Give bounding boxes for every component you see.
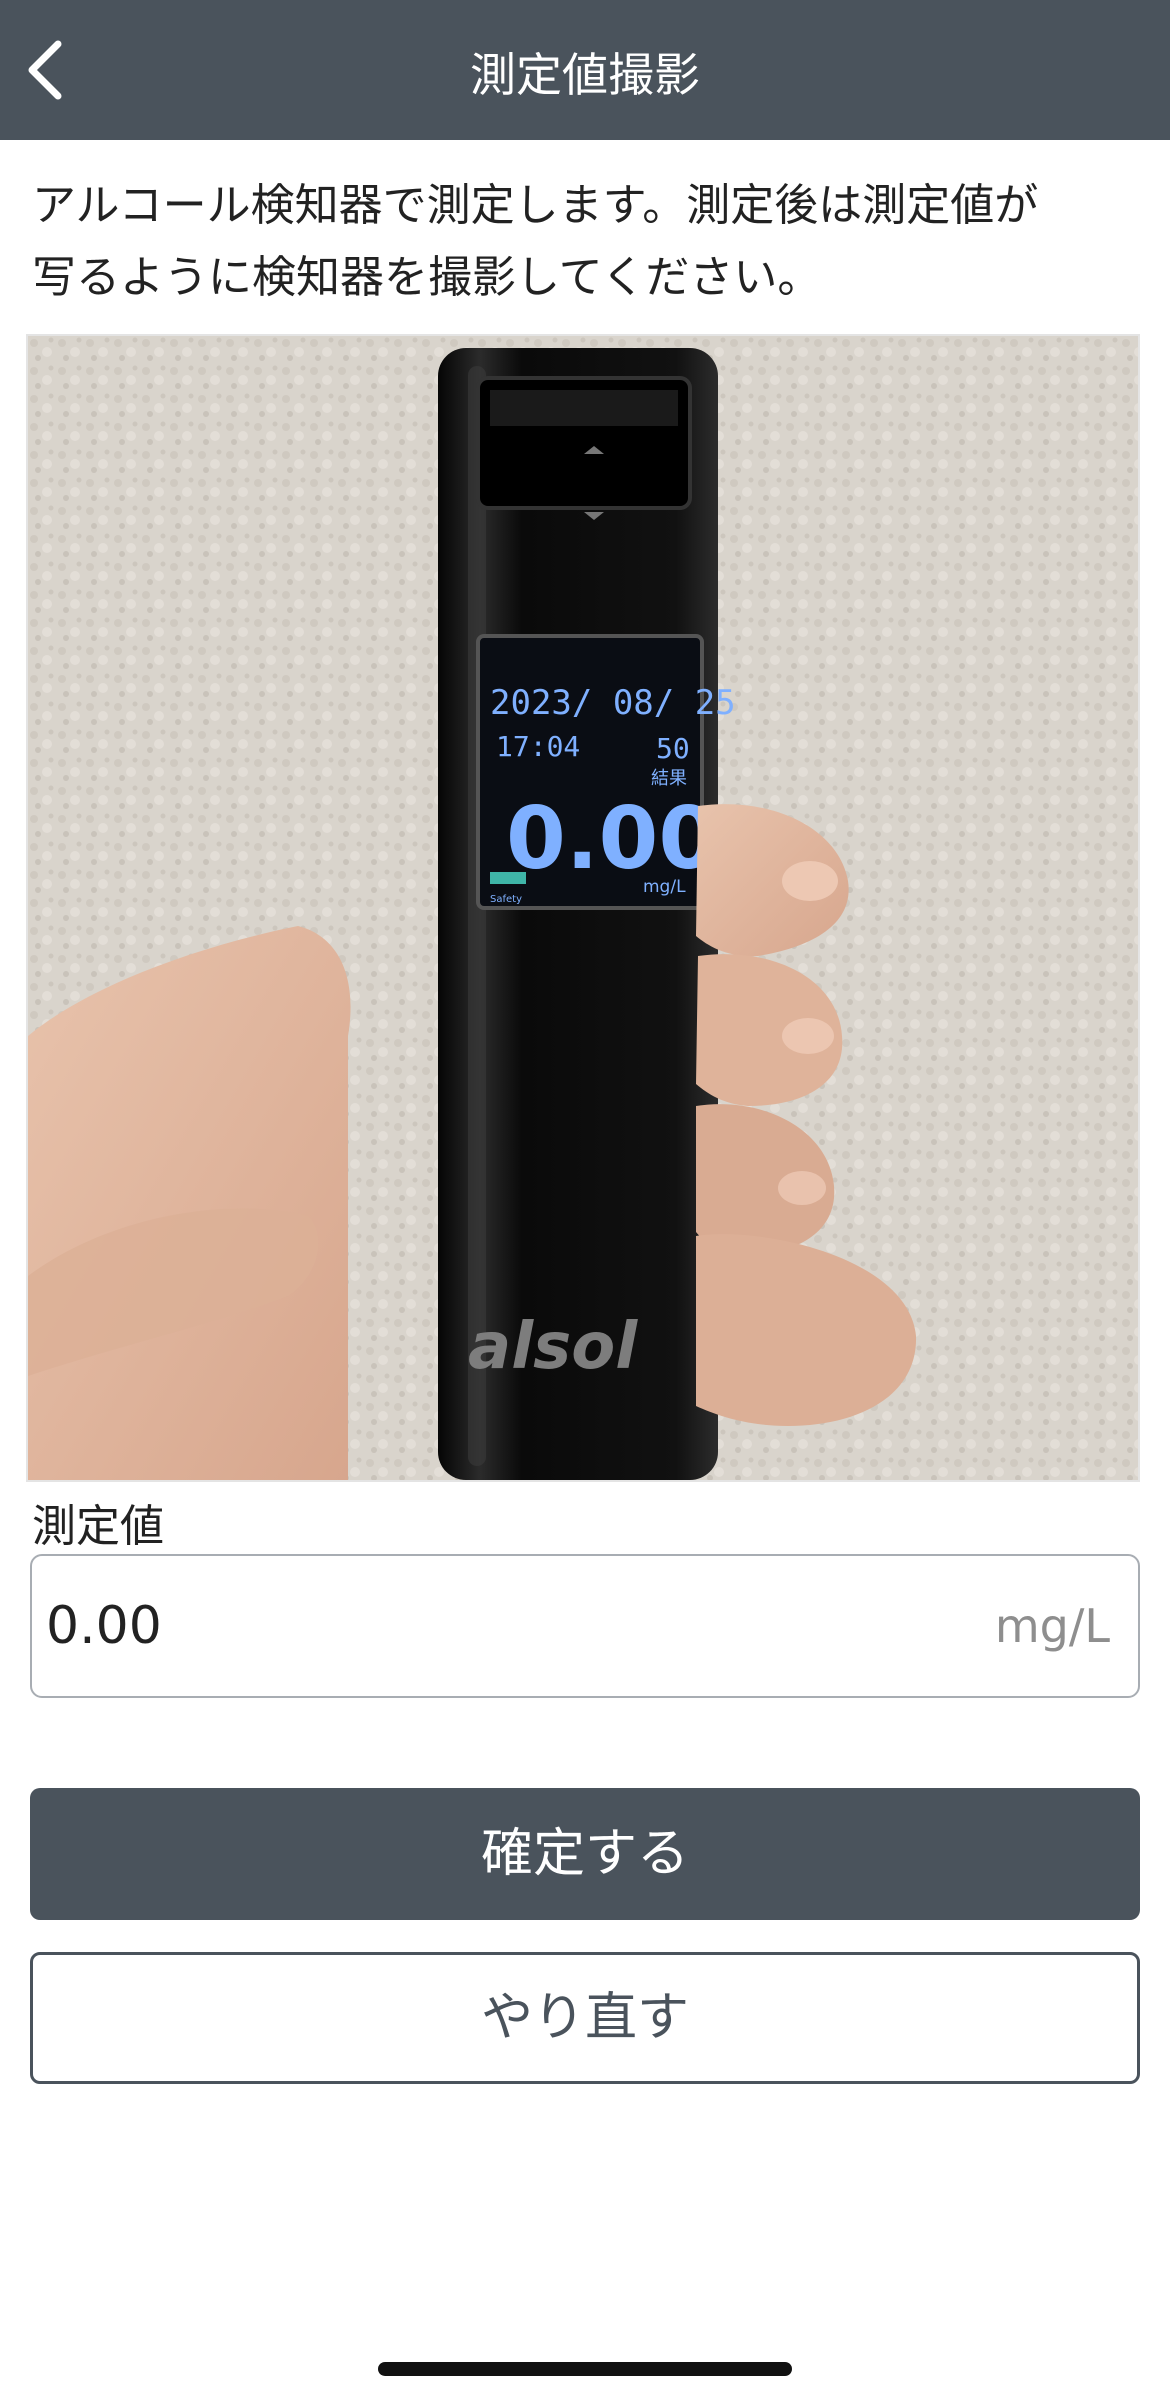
page-title: 測定値撮影 <box>470 48 700 102</box>
brand-logo: alsol <box>468 1310 638 1384</box>
device-status: Safety <box>490 894 522 905</box>
measurement-value[interactable]: 0.00 <box>46 1556 162 1696</box>
photo-drawing: 2023/ 08/ 25 17:04 50 結果 0.00 mg/L Safet… <box>28 336 1138 1480</box>
captured-photo: 2023/ 08/ 25 17:04 50 結果 0.00 mg/L Safet… <box>26 334 1140 1482</box>
instructions-line-2: 写るように検知器を撮影してください。 <box>32 252 822 303</box>
breathalyzer-device: 2023/ 08/ 25 17:04 50 結果 0.00 mg/L Safet… <box>438 348 736 1480</box>
retake-button[interactable]: やり直す <box>30 1952 1140 2084</box>
device-count: 50 <box>656 732 690 765</box>
measurement-input[interactable]: 0.00 mg/L <box>30 1554 1140 1698</box>
device-time: 17:04 <box>496 730 580 763</box>
device-unit: mg/L <box>643 877 686 897</box>
navigation-bar: 測定値撮影 <box>0 0 1170 140</box>
device-date: 2023/ 08/ 25 <box>490 683 736 723</box>
home-indicator <box>378 2362 792 2376</box>
confirm-button[interactable]: 確定する <box>30 1788 1140 1920</box>
device-reading: 0.00 <box>506 789 718 889</box>
measurement-label: 測定値 <box>32 1501 164 1552</box>
measurement-unit: mg/L <box>994 1599 1110 1653</box>
instructions-text: アルコール検知器で測定します。測定後は測定値が 写るように検知器を撮影してくださ… <box>32 170 1142 314</box>
device-result-label: 結果 <box>651 768 687 789</box>
instructions-line-1: アルコール検知器で測定します。測定後は測定値が <box>32 180 1039 231</box>
